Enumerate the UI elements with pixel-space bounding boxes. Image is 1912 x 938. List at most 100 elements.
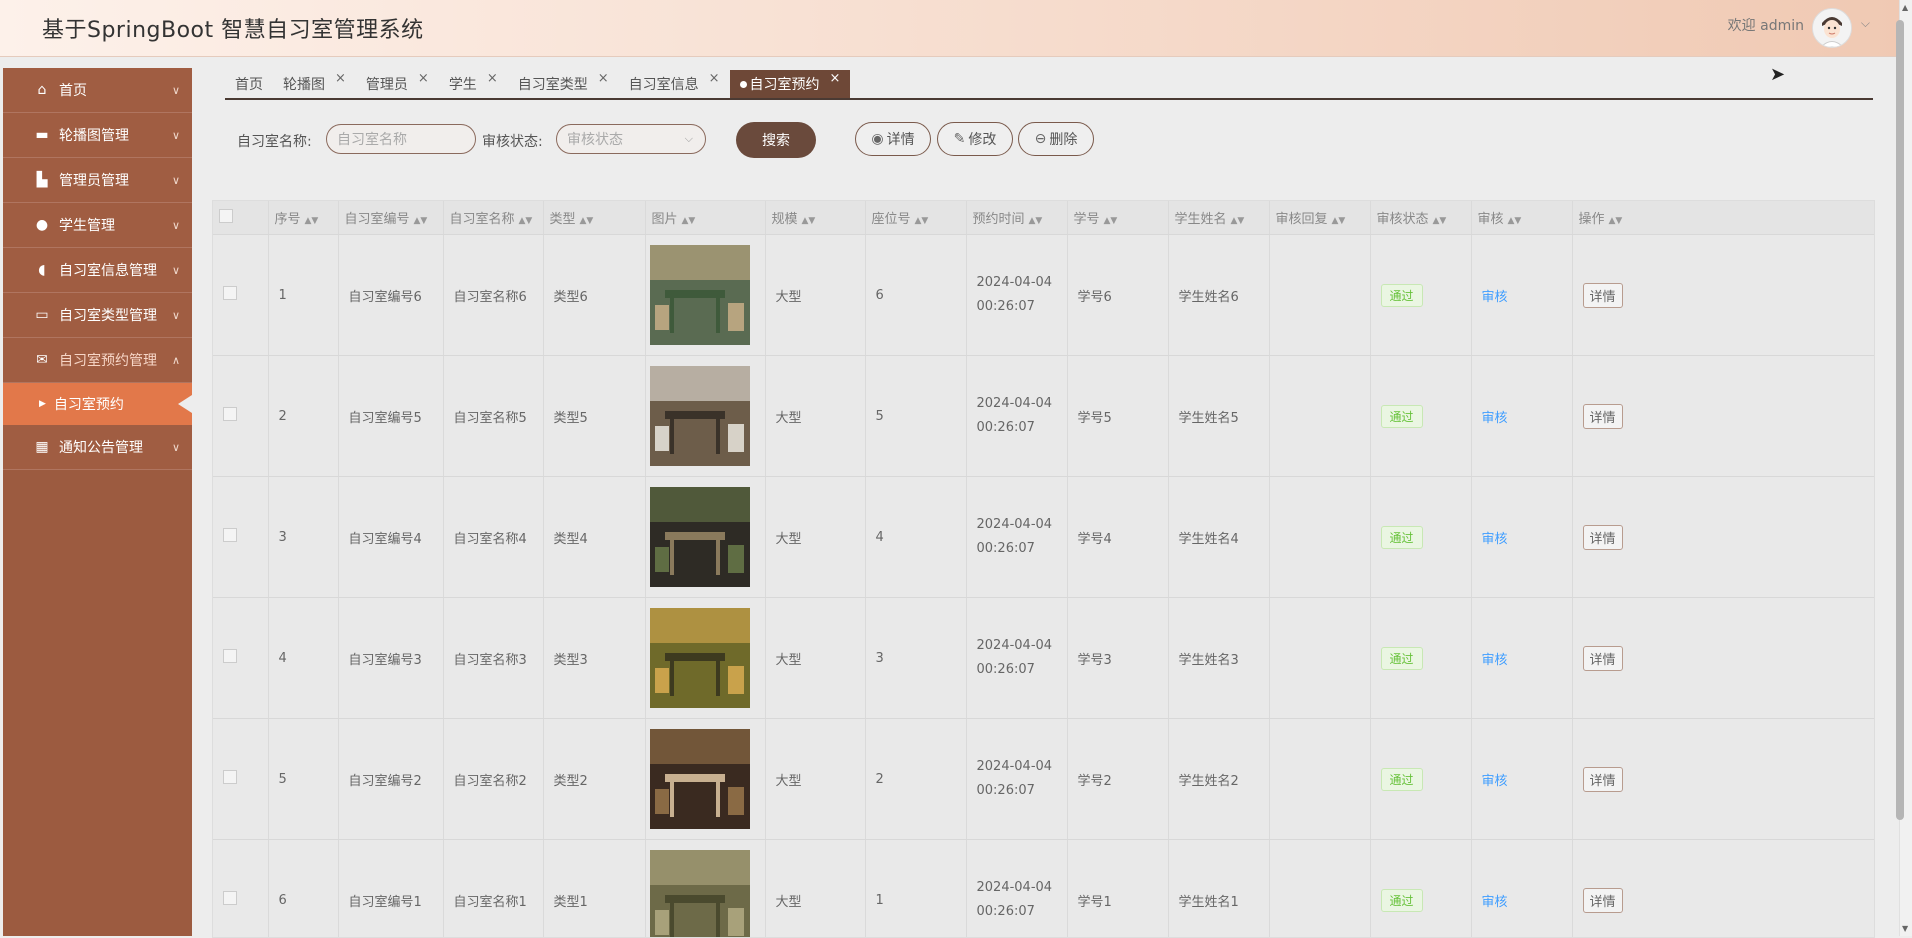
cell-scale: 大型	[765, 840, 865, 938]
row-detail-button[interactable]: 详情	[1583, 283, 1623, 308]
col-header[interactable]: 审核▲▼	[1471, 201, 1572, 235]
table-row[interactable]: 2 自习室编号5 自习室名称5 类型5 大型 5 2024-04-04 00:2…	[213, 356, 1874, 477]
tab-reservation[interactable]: 自习室预约 ×	[730, 70, 851, 98]
row-checkbox[interactable]	[213, 719, 268, 840]
edit-button[interactable]: ✎ 修改	[937, 122, 1013, 156]
col-header[interactable]: 学号▲▼	[1067, 201, 1168, 235]
table-row[interactable]: 6 自习室编号1 自习室名称1 类型1 大型 1 2024-04-04 00:2…	[213, 840, 1874, 938]
cell-image[interactable]	[645, 840, 765, 938]
sidebar-item-notice[interactable]: ▦ 通知公告管理 ∨	[3, 425, 192, 470]
sort-icon: ▲▼	[1104, 216, 1118, 226]
tab-student[interactable]: 学生 ×	[439, 70, 508, 98]
close-icon[interactable]: ×	[335, 71, 346, 86]
close-icon[interactable]: ×	[598, 71, 609, 86]
cell-type: 类型3	[543, 598, 645, 719]
scroll-up-icon[interactable]: ▲	[1902, 3, 1908, 12]
tab-room-type[interactable]: 自习室类型 ×	[508, 70, 619, 98]
cell-image[interactable]	[645, 719, 765, 840]
sidebar-item-room-type[interactable]: ▭ 自习室类型管理 ∨	[3, 293, 192, 338]
cell-image[interactable]	[645, 235, 765, 356]
page-scrollbar[interactable]: ▲ ▼	[1899, 0, 1912, 936]
room-name-input[interactable]: 自习室名称	[326, 124, 476, 154]
tab-room-info[interactable]: 自习室信息 ×	[619, 70, 730, 98]
select-all-checkbox[interactable]	[213, 201, 268, 235]
delete-button[interactable]: ⊖ 删除	[1018, 122, 1094, 156]
col-header[interactable]: 图片▲▼	[645, 201, 765, 235]
close-icon[interactable]: ×	[709, 71, 720, 86]
row-checkbox[interactable]	[213, 840, 268, 938]
col-header[interactable]: 序号▲▼	[268, 201, 338, 235]
close-icon[interactable]: ×	[830, 71, 841, 86]
cell-room-name: 自习室名称5	[443, 356, 543, 477]
detail-button[interactable]: ◉ 详情	[855, 122, 931, 156]
tab-home[interactable]: 首页	[225, 70, 273, 98]
status-select[interactable]: 审核状态 ⌵	[556, 124, 706, 154]
review-link[interactable]: 审核	[1482, 774, 1508, 789]
sidebar-item-admin[interactable]: ▙ 管理员管理 ∨	[3, 158, 192, 203]
row-detail-button[interactable]: 详情	[1583, 888, 1623, 913]
carousel-icon: ▬	[33, 127, 51, 143]
tab-admin[interactable]: 管理员 ×	[356, 70, 439, 98]
col-header[interactable]: 座位号▲▼	[865, 201, 966, 235]
row-checkbox[interactable]	[213, 477, 268, 598]
cell-scale: 大型	[765, 477, 865, 598]
col-header[interactable]: 审核回复▲▼	[1269, 201, 1370, 235]
col-header[interactable]: 操作▲▼	[1572, 201, 1874, 235]
review-link[interactable]: 审核	[1482, 895, 1508, 910]
row-checkbox[interactable]	[213, 598, 268, 719]
row-detail-button[interactable]: 详情	[1583, 404, 1623, 429]
chevron-down-icon: ∨	[172, 309, 180, 322]
tab-carousel[interactable]: 轮播图 ×	[273, 70, 356, 98]
row-detail-button[interactable]: 详情	[1583, 646, 1623, 671]
search-button[interactable]: 搜索	[736, 122, 816, 158]
sidebar-subitem-reservation[interactable]: ▶ 自习室预约	[3, 383, 192, 425]
sidebar-item-reservation[interactable]: ✉ 自习室预约管理 ∧	[3, 338, 192, 383]
col-header[interactable]: 审核状态▲▼	[1370, 201, 1471, 235]
scrollbar-thumb[interactable]	[1896, 20, 1904, 820]
table-row[interactable]: 3 自习室编号4 自习室名称4 类型4 大型 4 2024-04-04 00:2…	[213, 477, 1874, 598]
cell-student-id: 学号2	[1067, 719, 1168, 840]
row-detail-button[interactable]: 详情	[1583, 525, 1623, 550]
cell-reply	[1269, 719, 1370, 840]
table-row[interactable]: 4 自习室编号3 自习室名称3 类型3 大型 3 2024-04-04 00:2…	[213, 598, 1874, 719]
sidebar-item-carousel[interactable]: ▬ 轮播图管理 ∨	[3, 113, 192, 158]
col-header[interactable]: 自习室名称▲▼	[443, 201, 543, 235]
table-row[interactable]: 1 自习室编号6 自习室名称6 类型6 大型 6 2024-04-04 00:2…	[213, 235, 1874, 356]
sort-icon: ▲▼	[1508, 216, 1522, 226]
table-row[interactable]: 5 自习室编号2 自习室名称2 类型2 大型 2 2024-04-04 00:2…	[213, 719, 1874, 840]
user-avatar[interactable]	[1812, 8, 1852, 48]
sidebar-item-home[interactable]: ⌂ 首页 ∨	[3, 68, 192, 113]
row-checkbox[interactable]	[213, 235, 268, 356]
close-icon[interactable]: ×	[487, 71, 498, 86]
chevron-down-icon[interactable]: ⌵	[1861, 16, 1870, 31]
cell-type: 类型4	[543, 477, 645, 598]
cell-no: 2	[268, 356, 338, 477]
cell-student-name: 学生姓名5	[1168, 356, 1269, 477]
col-header[interactable]: 规模▲▼	[765, 201, 865, 235]
cell-image[interactable]	[645, 477, 765, 598]
col-header[interactable]: 类型▲▼	[543, 201, 645, 235]
cell-status: 通过	[1370, 477, 1471, 598]
col-header[interactable]: 自习室编号▲▼	[338, 201, 443, 235]
review-link[interactable]: 审核	[1482, 532, 1508, 547]
room-photo	[650, 729, 750, 829]
detail-button-label: 详情	[887, 129, 915, 149]
status-placeholder: 审核状态	[567, 129, 623, 149]
scroll-down-icon[interactable]: ▼	[1902, 924, 1908, 933]
close-icon[interactable]: ×	[418, 71, 429, 86]
cell-no: 5	[268, 719, 338, 840]
sidebar-item-label: 自习室信息管理	[59, 260, 157, 280]
row-detail-button[interactable]: 详情	[1583, 767, 1623, 792]
col-header[interactable]: 预约时间▲▼	[966, 201, 1067, 235]
cell-reply	[1269, 356, 1370, 477]
cell-image[interactable]	[645, 598, 765, 719]
review-link[interactable]: 审核	[1482, 411, 1508, 426]
row-checkbox[interactable]	[213, 356, 268, 477]
sidebar-item-room-info[interactable]: ◖ 自习室信息管理 ∨	[3, 248, 192, 293]
review-link[interactable]: 审核	[1482, 290, 1508, 305]
review-link[interactable]: 审核	[1482, 653, 1508, 668]
col-header[interactable]: 学生姓名▲▼	[1168, 201, 1269, 235]
cell-image[interactable]	[645, 356, 765, 477]
tab-label: 自习室类型	[518, 74, 588, 94]
sidebar-item-student[interactable]: ● 学生管理 ∨	[3, 203, 192, 248]
